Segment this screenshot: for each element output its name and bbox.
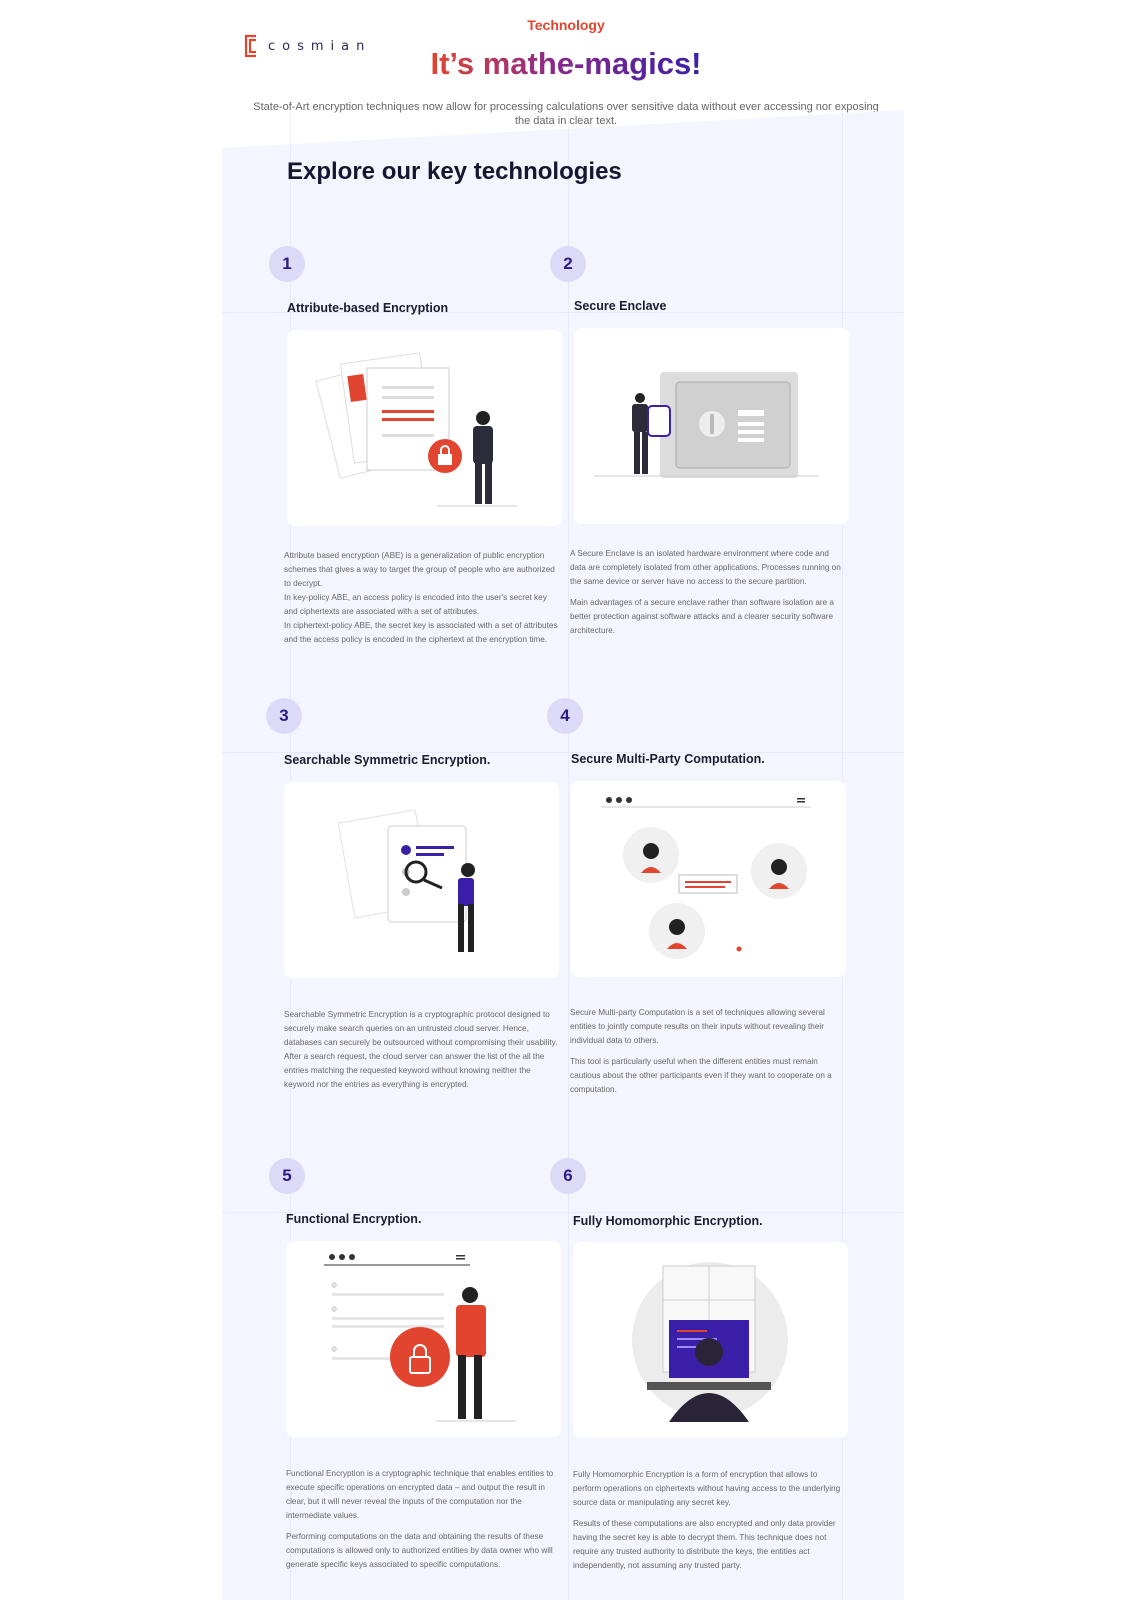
tech-description-sse: Searchable Symmetric Encryption is a cry… <box>284 1008 558 1099</box>
description-paragraph: Searchable Symmetric Encryption is a cry… <box>284 1010 558 1089</box>
description-paragraph: Attribute based encryption (ABE) is a ge… <box>284 551 558 644</box>
illustration-card-sse <box>284 782 559 978</box>
step-number-5: 5 <box>269 1158 305 1194</box>
tech-title-sse: Searchable Symmetric Encryption. <box>284 753 491 767</box>
page-title-text: It’s mathe-magics! <box>430 46 702 81</box>
description-paragraph: Fully Homomorphic Encryption is a form o… <box>573 1470 841 1507</box>
document-lock-illustration <box>315 352 517 507</box>
page-title: It’s mathe-magics! <box>0 44 1132 84</box>
step-number-1: 1 <box>269 246 305 282</box>
step-number-2: 2 <box>550 246 586 282</box>
tech-description-secure-enclave: A Secure Enclave is an isolated hardware… <box>570 547 844 645</box>
illustration-card-mpc <box>571 781 846 977</box>
description-paragraph: Results of these computations are also e… <box>573 1519 836 1570</box>
tech-description-functional-encryption: Functional Encryption is a cryptographic… <box>286 1467 560 1579</box>
tech-title-abe: Attribute-based Encryption <box>287 301 449 315</box>
illustration-card-functional-encryption <box>286 1241 561 1437</box>
description-paragraph: Main advantages of a secure enclave rath… <box>570 598 834 635</box>
step-number-4: 4 <box>547 698 583 734</box>
computer-window-illustration <box>632 1262 788 1422</box>
safe-vault-illustration <box>594 372 819 478</box>
tech-title-mpc: Secure Multi-Party Computation. <box>571 752 765 766</box>
tech-title-secure-enclave: Secure Enclave <box>574 299 667 313</box>
description-paragraph: Performing computations on the data and … <box>286 1532 553 1569</box>
tech-title-fhe: Fully Homomorphic Encryption. <box>573 1214 763 1228</box>
document-search-illustration <box>337 809 475 952</box>
grid-line <box>568 110 569 1600</box>
description-paragraph: A Secure Enclave is an isolated hardware… <box>570 549 841 586</box>
step-number-6: 6 <box>550 1158 586 1194</box>
illustration-card-fhe <box>573 1242 848 1438</box>
tech-title-functional-encryption: Functional Encryption. <box>286 1212 422 1226</box>
illustration-card-secure-enclave <box>574 328 849 524</box>
browser-lock-illustration <box>324 1254 516 1422</box>
illustration-card-abe <box>287 330 562 526</box>
multi-party-chat-illustration <box>601 797 811 959</box>
description-paragraph: This tool is particularly useful when th… <box>570 1057 832 1094</box>
description-paragraph: Secure Multi-party Computation is a set … <box>570 1008 825 1045</box>
description-paragraph: Functional Encryption is a cryptographic… <box>286 1469 554 1520</box>
tech-description-fhe: Fully Homomorphic Encryption is a form o… <box>573 1468 847 1580</box>
eyebrow-label: Technology <box>527 17 605 33</box>
step-number-3: 3 <box>266 698 302 734</box>
tech-description-abe: Attribute based encryption (ABE) is a ge… <box>284 549 558 654</box>
section-title: Explore our key technologies <box>287 158 622 185</box>
tech-description-mpc: Secure Multi-party Computation is a set … <box>570 1006 844 1104</box>
